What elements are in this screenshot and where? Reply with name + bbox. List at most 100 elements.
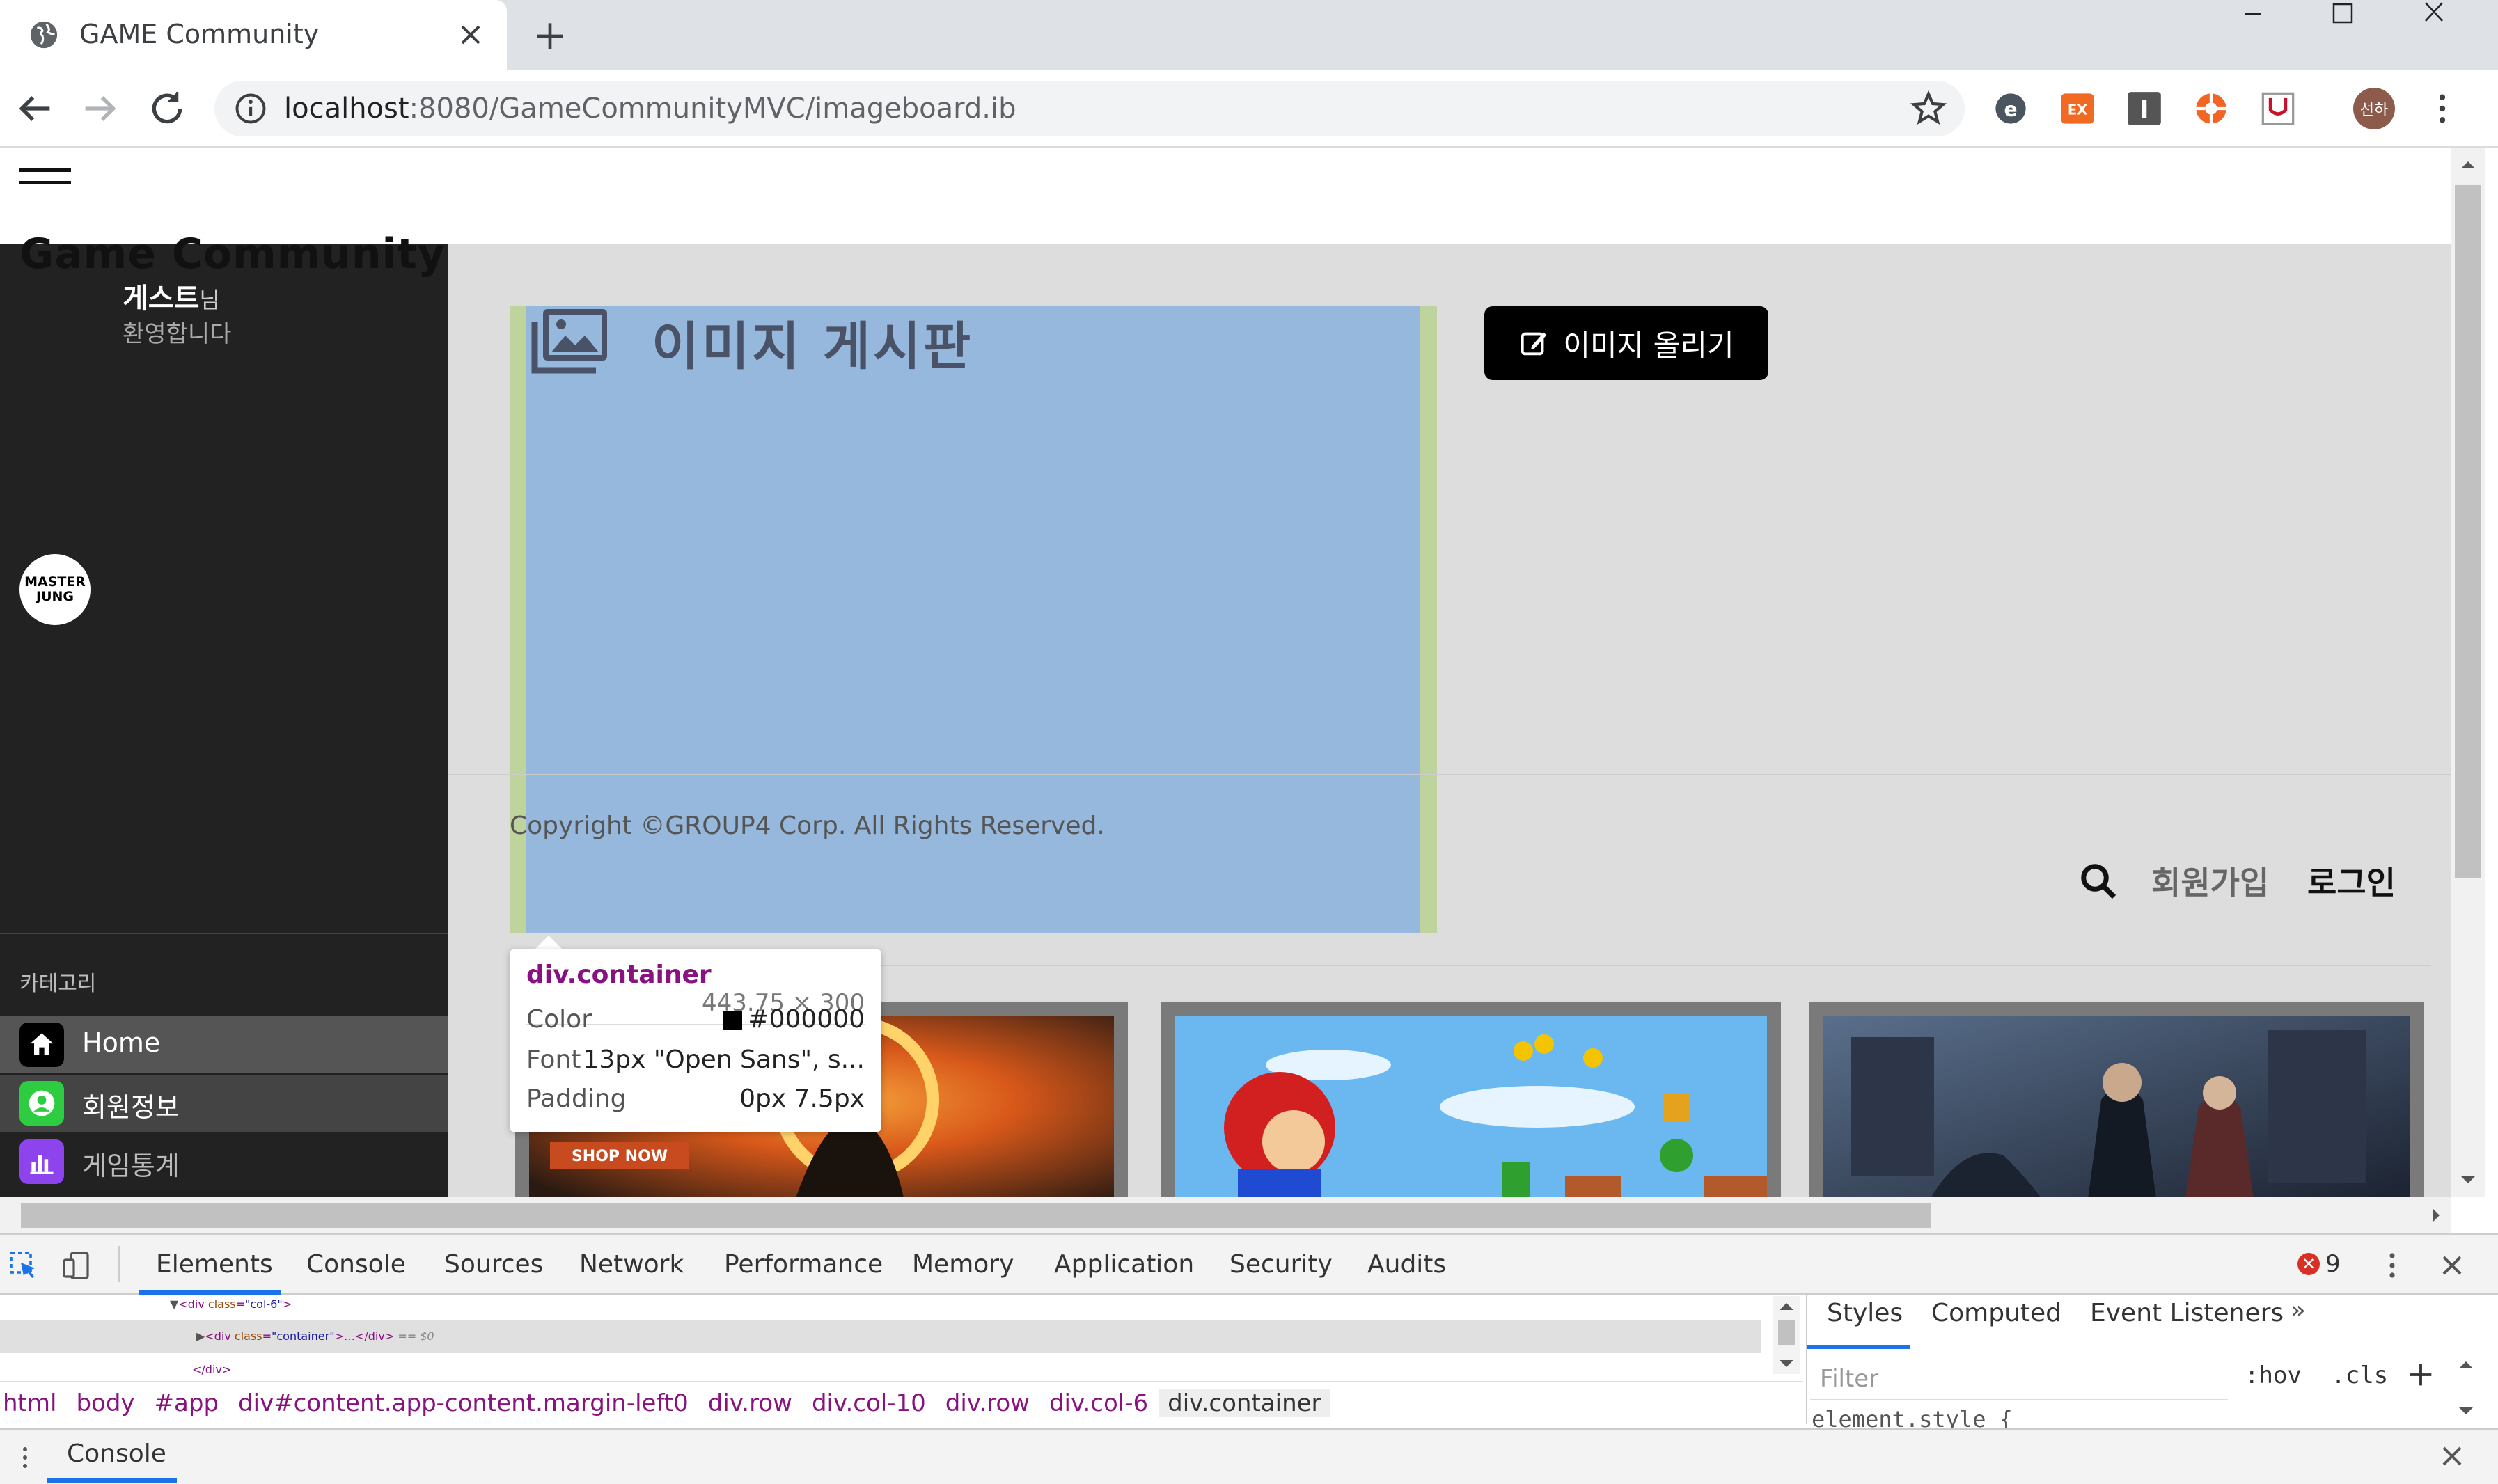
site-logo: MASTER JUNG: [19, 554, 91, 625]
site-brand[interactable]: Game Community: [19, 230, 446, 278]
forward-arrow-icon[interactable]: [78, 86, 123, 131]
tooltip-element-name: div.container: [526, 961, 712, 989]
device-toolbar-icon[interactable]: [60, 1249, 93, 1282]
breadcrumb-item-selected[interactable]: div.container: [1159, 1389, 1330, 1417]
tab-performance[interactable]: Performance: [724, 1235, 883, 1295]
breadcrumb-item[interactable]: div.col-10: [803, 1389, 934, 1417]
thumbnail-image: [1823, 1016, 2410, 1204]
code-token: =: [262, 1329, 272, 1343]
login-link[interactable]: 로그인: [2307, 858, 2396, 903]
tab-event-listeners[interactable]: Event Listeners: [2090, 1299, 2284, 1327]
error-count: 9: [2325, 1250, 2341, 1278]
cls-toggle[interactable]: .cls: [2331, 1361, 2388, 1389]
vertical-scroll-thumb[interactable]: [2455, 185, 2481, 878]
guest-greeting: 게스트님: [123, 276, 220, 316]
dom-node-line-selected[interactable]: ▶<div class="container">…</div> == $0: [0, 1320, 1761, 1353]
tab-application[interactable]: Application: [1054, 1235, 1194, 1295]
hamburger-menu-icon[interactable]: [19, 164, 71, 189]
sidebar-item-member-info[interactable]: 회원정보: [0, 1075, 448, 1132]
sidebar-item-game-stats[interactable]: 게임통계: [0, 1133, 448, 1190]
toolbar-separator: [118, 1246, 120, 1282]
upload-image-button[interactable]: 이미지 올리기: [1484, 306, 1768, 380]
window-close-icon[interactable]: [2406, 0, 2462, 28]
tooltip-value: 0px 7.5px: [739, 1084, 865, 1113]
ext-e-icon[interactable]: e: [1993, 90, 2029, 127]
code-token: "col-6": [245, 1297, 283, 1311]
tab-audits[interactable]: Audits: [1367, 1235, 1446, 1295]
elements-scrollbar[interactable]: [1773, 1296, 1800, 1374]
ex-icon[interactable]: EX: [2059, 90, 2096, 127]
maximize-icon[interactable]: [2314, 0, 2370, 28]
code-token: =: [235, 1297, 246, 1311]
dom-node-line[interactable]: ▼<div class="col-6">: [0, 1288, 1761, 1321]
search-icon[interactable]: [2077, 860, 2119, 902]
guest-suffix: 님: [199, 287, 220, 313]
gallery-thumbnail[interactable]: [1161, 1002, 1781, 1204]
copyright-text: Copyright ©GROUP4 Corp. All Rights Reser…: [510, 812, 1105, 840]
tab-close-icon[interactable]: [454, 18, 487, 52]
tooltip-arrow: [535, 936, 563, 949]
breadcrumb-item[interactable]: body: [68, 1389, 143, 1417]
edit-icon: [1518, 327, 1550, 359]
new-tab-icon[interactable]: [531, 17, 569, 56]
breadcrumb-item[interactable]: div#content.app-content.margin-left0: [230, 1389, 697, 1417]
tab-computed[interactable]: Computed: [1931, 1299, 2061, 1327]
sidebar-item-home[interactable]: Home: [0, 1016, 448, 1073]
hov-toggle[interactable]: :hov: [2245, 1361, 2302, 1389]
tooltip-value-wrap: #000000: [723, 1005, 865, 1034]
bar-chart-icon: [19, 1139, 64, 1184]
drawer-close-icon[interactable]: [2435, 1439, 2469, 1473]
styles-scrollbar[interactable]: [2452, 1355, 2480, 1421]
tooltip-row-padding: Padding 0px 7.5px: [526, 1084, 865, 1113]
new-style-rule-icon[interactable]: [2405, 1359, 2437, 1391]
breadcrumb-item[interactable]: #app: [146, 1389, 228, 1417]
expand-triangle-icon[interactable]: ▼: [170, 1297, 178, 1311]
minimize-icon[interactable]: [2225, 0, 2281, 28]
info-icon[interactable]: [233, 90, 269, 127]
inspect-element-icon[interactable]: [7, 1249, 40, 1282]
tooltip-value: 13px "Open Sans", s...: [583, 1045, 865, 1074]
logo-line-2: JUNG: [36, 589, 74, 604]
breadcrumb-item[interactable]: div.row: [937, 1389, 1038, 1417]
horizontal-scroll-thumb[interactable]: [21, 1203, 1931, 1228]
breadcrumb-item[interactable]: div.col-6: [1041, 1389, 1156, 1417]
sidebar-item-label: Home: [82, 1027, 161, 1058]
devtools-close-icon[interactable]: [2435, 1249, 2469, 1282]
orange-icon[interactable]: [2193, 90, 2229, 127]
devtools-drawer: [0, 1428, 2498, 1484]
tab-styles[interactable]: Styles: [1827, 1299, 1903, 1327]
gallery-thumbnail[interactable]: [1809, 1002, 2424, 1204]
tab-memory[interactable]: Memory: [912, 1235, 1014, 1295]
bookmark-star-icon[interactable]: [1909, 89, 1948, 128]
reload-icon[interactable]: [145, 86, 189, 131]
devtools-menu-icon[interactable]: [2375, 1249, 2409, 1282]
svg-text:EX: EX: [2068, 102, 2087, 118]
i-icon[interactable]: [2126, 90, 2162, 127]
tab-network[interactable]: Network: [579, 1235, 684, 1295]
logo-line-1: MASTER: [24, 574, 86, 590]
tab-elements[interactable]: Elements: [156, 1235, 273, 1295]
signup-link[interactable]: 회원가입: [2151, 858, 2269, 903]
tab-security[interactable]: Security: [1230, 1235, 1333, 1295]
more-tabs-icon[interactable]: »: [2291, 1296, 2306, 1325]
profile-avatar[interactable]: 선하: [2353, 88, 2395, 129]
shop-now-label: SHOP NOW: [572, 1148, 668, 1165]
drawer-tab-console[interactable]: Console: [67, 1439, 166, 1468]
back-arrow-icon[interactable]: [13, 86, 57, 131]
tab-console[interactable]: Console: [306, 1235, 406, 1295]
tab-sources[interactable]: Sources: [444, 1235, 543, 1295]
url-text[interactable]: localhost:8080/GameCommunityMVC/imageboa…: [284, 90, 1016, 127]
drawer-menu-icon[interactable]: [13, 1441, 38, 1474]
error-counter[interactable]: ✕ 9: [2297, 1250, 2341, 1278]
collapse-triangle-icon[interactable]: ▶: [196, 1329, 205, 1343]
breadcrumb-item[interactable]: html: [0, 1389, 65, 1417]
error-icon: ✕: [2297, 1253, 2320, 1275]
styles-filter-input[interactable]: Filter: [1810, 1357, 2228, 1400]
breadcrumb: html body #app div#content.app-content.marg…: [0, 1381, 1803, 1424]
breadcrumb-item[interactable]: div.row: [700, 1389, 801, 1417]
kebab-menu-icon[interactable]: [2423, 89, 2462, 128]
globe-icon: [28, 19, 60, 51]
pocket-icon[interactable]: [2260, 90, 2296, 127]
thumbnail-image: [1175, 1016, 1767, 1204]
code-token: class: [234, 1329, 262, 1343]
